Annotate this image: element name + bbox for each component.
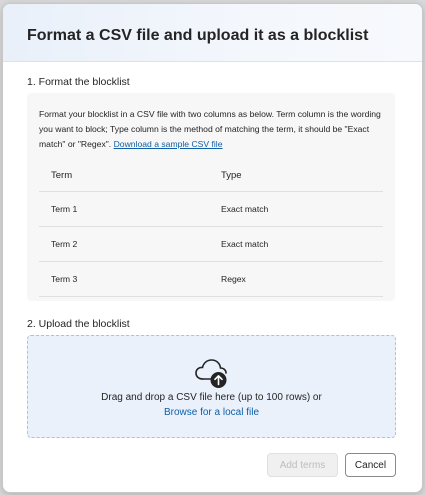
column-header-term: Term	[51, 169, 73, 181]
term-cell: Term 3	[51, 274, 78, 284]
cancel-button[interactable]: Cancel	[345, 453, 396, 477]
type-cell: Exact match	[221, 239, 269, 249]
add-terms-button[interactable]: Add terms	[267, 453, 338, 477]
term-cell: Term 1	[51, 204, 78, 214]
upload-section-title: 2. Upload the blocklist	[27, 318, 130, 330]
dropzone-text: Drag and drop a CSV file here (up to 100…	[101, 392, 322, 403]
format-description: Format your blocklist in a CSV file with…	[39, 107, 389, 152]
file-dropzone[interactable]: Drag and drop a CSV file here (up to 100…	[27, 335, 396, 438]
table-row: Term 1 Exact match	[39, 192, 383, 227]
term-cell: Term 2	[51, 239, 78, 249]
table-header-row: Term Type	[39, 159, 383, 192]
table-row: Term 2 Exact match	[39, 227, 383, 262]
dialog-header: Format a CSV file and upload it as a blo…	[3, 4, 422, 62]
column-header-type: Type	[221, 169, 242, 181]
dialog-title: Format a CSV file and upload it as a blo…	[27, 27, 369, 44]
download-sample-link[interactable]: Download a sample CSV file	[114, 139, 223, 149]
browse-link-row: Browse for a local file	[28, 407, 395, 418]
table-row: Term 3 Regex	[39, 262, 383, 297]
type-cell: Regex	[221, 274, 246, 284]
upload-blocklist-dialog: Format a CSV file and upload it as a blo…	[2, 3, 423, 493]
type-cell: Exact match	[221, 204, 269, 214]
cloud-upload-icon	[195, 359, 227, 388]
browse-local-file-link[interactable]: Browse for a local file	[164, 407, 259, 418]
format-section-title: 1. Format the blocklist	[27, 76, 130, 88]
format-instructions-panel: Format your blocklist in a CSV file with…	[27, 93, 395, 301]
sample-table: Term Type Term 1 Exact match Term 2 Exac…	[39, 159, 383, 297]
